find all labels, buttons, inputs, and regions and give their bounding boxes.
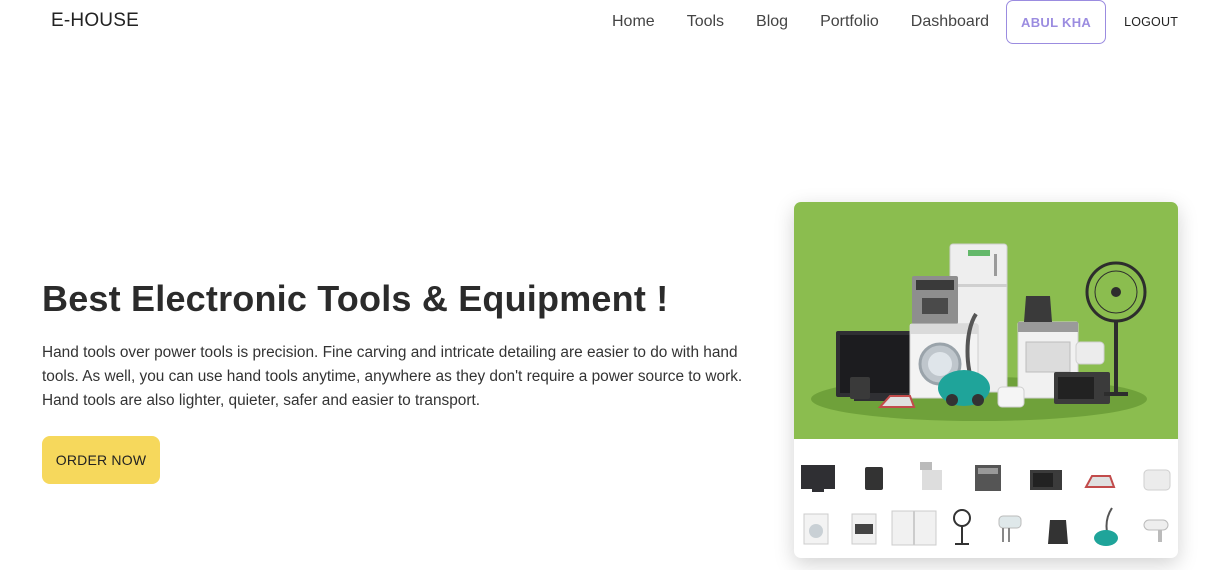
- iron-icon: [1084, 475, 1116, 488]
- tv-icon: [801, 465, 835, 492]
- meat-grinder-icon: [920, 462, 942, 490]
- coffee-machine-icon: [975, 465, 1001, 491]
- toaster-illustration-icon: [1075, 341, 1105, 365]
- nav-link-dashboard[interactable]: Dashboard: [895, 1, 1005, 43]
- appliances-illustration: [794, 202, 1178, 558]
- coffee-machine-illustration-icon: [912, 276, 958, 324]
- hair-dryer-illustration-icon: [997, 386, 1025, 408]
- user-name-button[interactable]: ABUL KHA: [1006, 0, 1107, 44]
- stove-icon: [851, 513, 877, 545]
- microwave-illustration-icon: [1054, 372, 1110, 404]
- logout-link[interactable]: LOGOUT: [1124, 15, 1178, 29]
- phone-icon: [865, 467, 883, 490]
- toaster-icon: [1143, 469, 1171, 491]
- appliances-image: [794, 202, 1178, 546]
- nav-links: Home Tools Blog Portfolio Dashboard ABUL…: [596, 0, 1178, 44]
- kettle-illustration-icon: [1024, 296, 1052, 322]
- nav-link-blog[interactable]: Blog: [740, 1, 804, 43]
- kettle-icon: [1048, 520, 1068, 544]
- tv-illustration-icon: [836, 331, 916, 401]
- microwave-icon: [1030, 470, 1062, 490]
- nav-link-portfolio[interactable]: Portfolio: [804, 1, 895, 43]
- phone-illustration-icon: [850, 377, 870, 399]
- hero-description: Hand tools over power tools is precision…: [42, 344, 743, 409]
- fan-icon: [953, 509, 971, 545]
- order-now-button[interactable]: ORDER NOW: [42, 436, 160, 484]
- nav-link-tools[interactable]: Tools: [671, 1, 740, 43]
- navbar: E-HOUSE Home Tools Blog Portfolio Dashbo…: [0, 0, 1231, 44]
- hair-dryer-icon: [1143, 519, 1169, 542]
- fridge-icon: [891, 510, 937, 546]
- icon-grid: [801, 462, 1171, 546]
- mixer-icon: [998, 515, 1022, 542]
- brand-logo[interactable]: E-HOUSE: [51, 10, 139, 32]
- nav-link-home[interactable]: Home: [596, 1, 671, 43]
- vacuum-icon: [1094, 507, 1118, 546]
- hero-title: Best Electronic Tools & Equipment !: [42, 278, 669, 319]
- washing-machine-icon: [803, 513, 829, 545]
